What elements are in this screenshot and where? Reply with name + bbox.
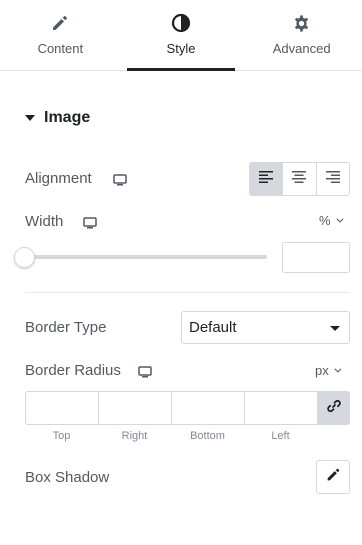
alignment-choices	[249, 162, 350, 196]
chevron-down-icon	[334, 365, 342, 373]
border-radius-label: Border Radius	[25, 362, 121, 379]
alignment-label: Alignment	[25, 170, 92, 187]
tab-content[interactable]: Content	[0, 0, 121, 70]
section-title: Image	[44, 109, 91, 126]
border-radius-unit-select[interactable]: px	[315, 363, 342, 378]
tab-content-label: Content	[37, 41, 84, 56]
radius-top-label: Top	[52, 430, 71, 442]
width-slider-handle[interactable]	[14, 247, 35, 268]
width-unit-select[interactable]: %	[319, 213, 344, 228]
align-center-button[interactable]	[283, 163, 317, 195]
border-type-select[interactable]: Default	[181, 311, 350, 344]
align-left-icon	[259, 170, 274, 188]
align-left-button[interactable]	[250, 163, 284, 195]
border-radius-dimensions	[25, 391, 350, 425]
radius-left-label: Left	[271, 430, 290, 442]
tab-advanced-label: Advanced	[272, 41, 331, 56]
caret-down-icon	[25, 115, 35, 121]
width-input[interactable]	[282, 242, 350, 273]
radius-right-input[interactable]	[99, 392, 172, 424]
radius-left-input[interactable]	[245, 392, 318, 424]
section-image-toggle[interactable]: Image	[25, 108, 90, 128]
tab-advanced[interactable]: Advanced	[241, 0, 362, 70]
radius-bottom-input[interactable]	[172, 392, 245, 424]
link-values-button[interactable]	[318, 392, 349, 424]
pencil-icon	[51, 13, 69, 33]
tab-style-label: Style	[166, 41, 196, 56]
align-right-button[interactable]	[316, 163, 349, 195]
width-slider-track[interactable]	[25, 255, 267, 259]
border-radius-unit-value: px	[315, 363, 329, 378]
pencil-icon	[326, 467, 341, 487]
desktop-icon[interactable]	[83, 216, 97, 229]
border-type-label: Border Type	[25, 319, 107, 336]
caret-down-icon	[330, 326, 340, 331]
desktop-icon[interactable]	[113, 173, 127, 186]
radius-bottom-label: Bottom	[190, 430, 225, 442]
panel-tabs: Content Style Advanced	[0, 0, 362, 71]
align-center-icon	[292, 170, 307, 188]
tab-style[interactable]: Style	[121, 0, 242, 71]
width-label: Width	[25, 213, 64, 230]
link-icon	[326, 399, 341, 418]
chevron-down-icon	[335, 215, 344, 223]
box-shadow-edit-button[interactable]	[316, 460, 350, 494]
half-circle-icon	[171, 13, 191, 33]
radius-right-label: Right	[121, 430, 148, 442]
desktop-icon[interactable]	[138, 365, 152, 378]
divider	[25, 292, 350, 293]
gear-icon	[292, 13, 311, 33]
border-type-value: Default	[189, 319, 237, 336]
radius-top-input[interactable]	[26, 392, 99, 424]
align-right-icon	[325, 170, 340, 188]
box-shadow-label: Box Shadow	[25, 469, 110, 486]
width-unit-value: %	[319, 213, 331, 228]
